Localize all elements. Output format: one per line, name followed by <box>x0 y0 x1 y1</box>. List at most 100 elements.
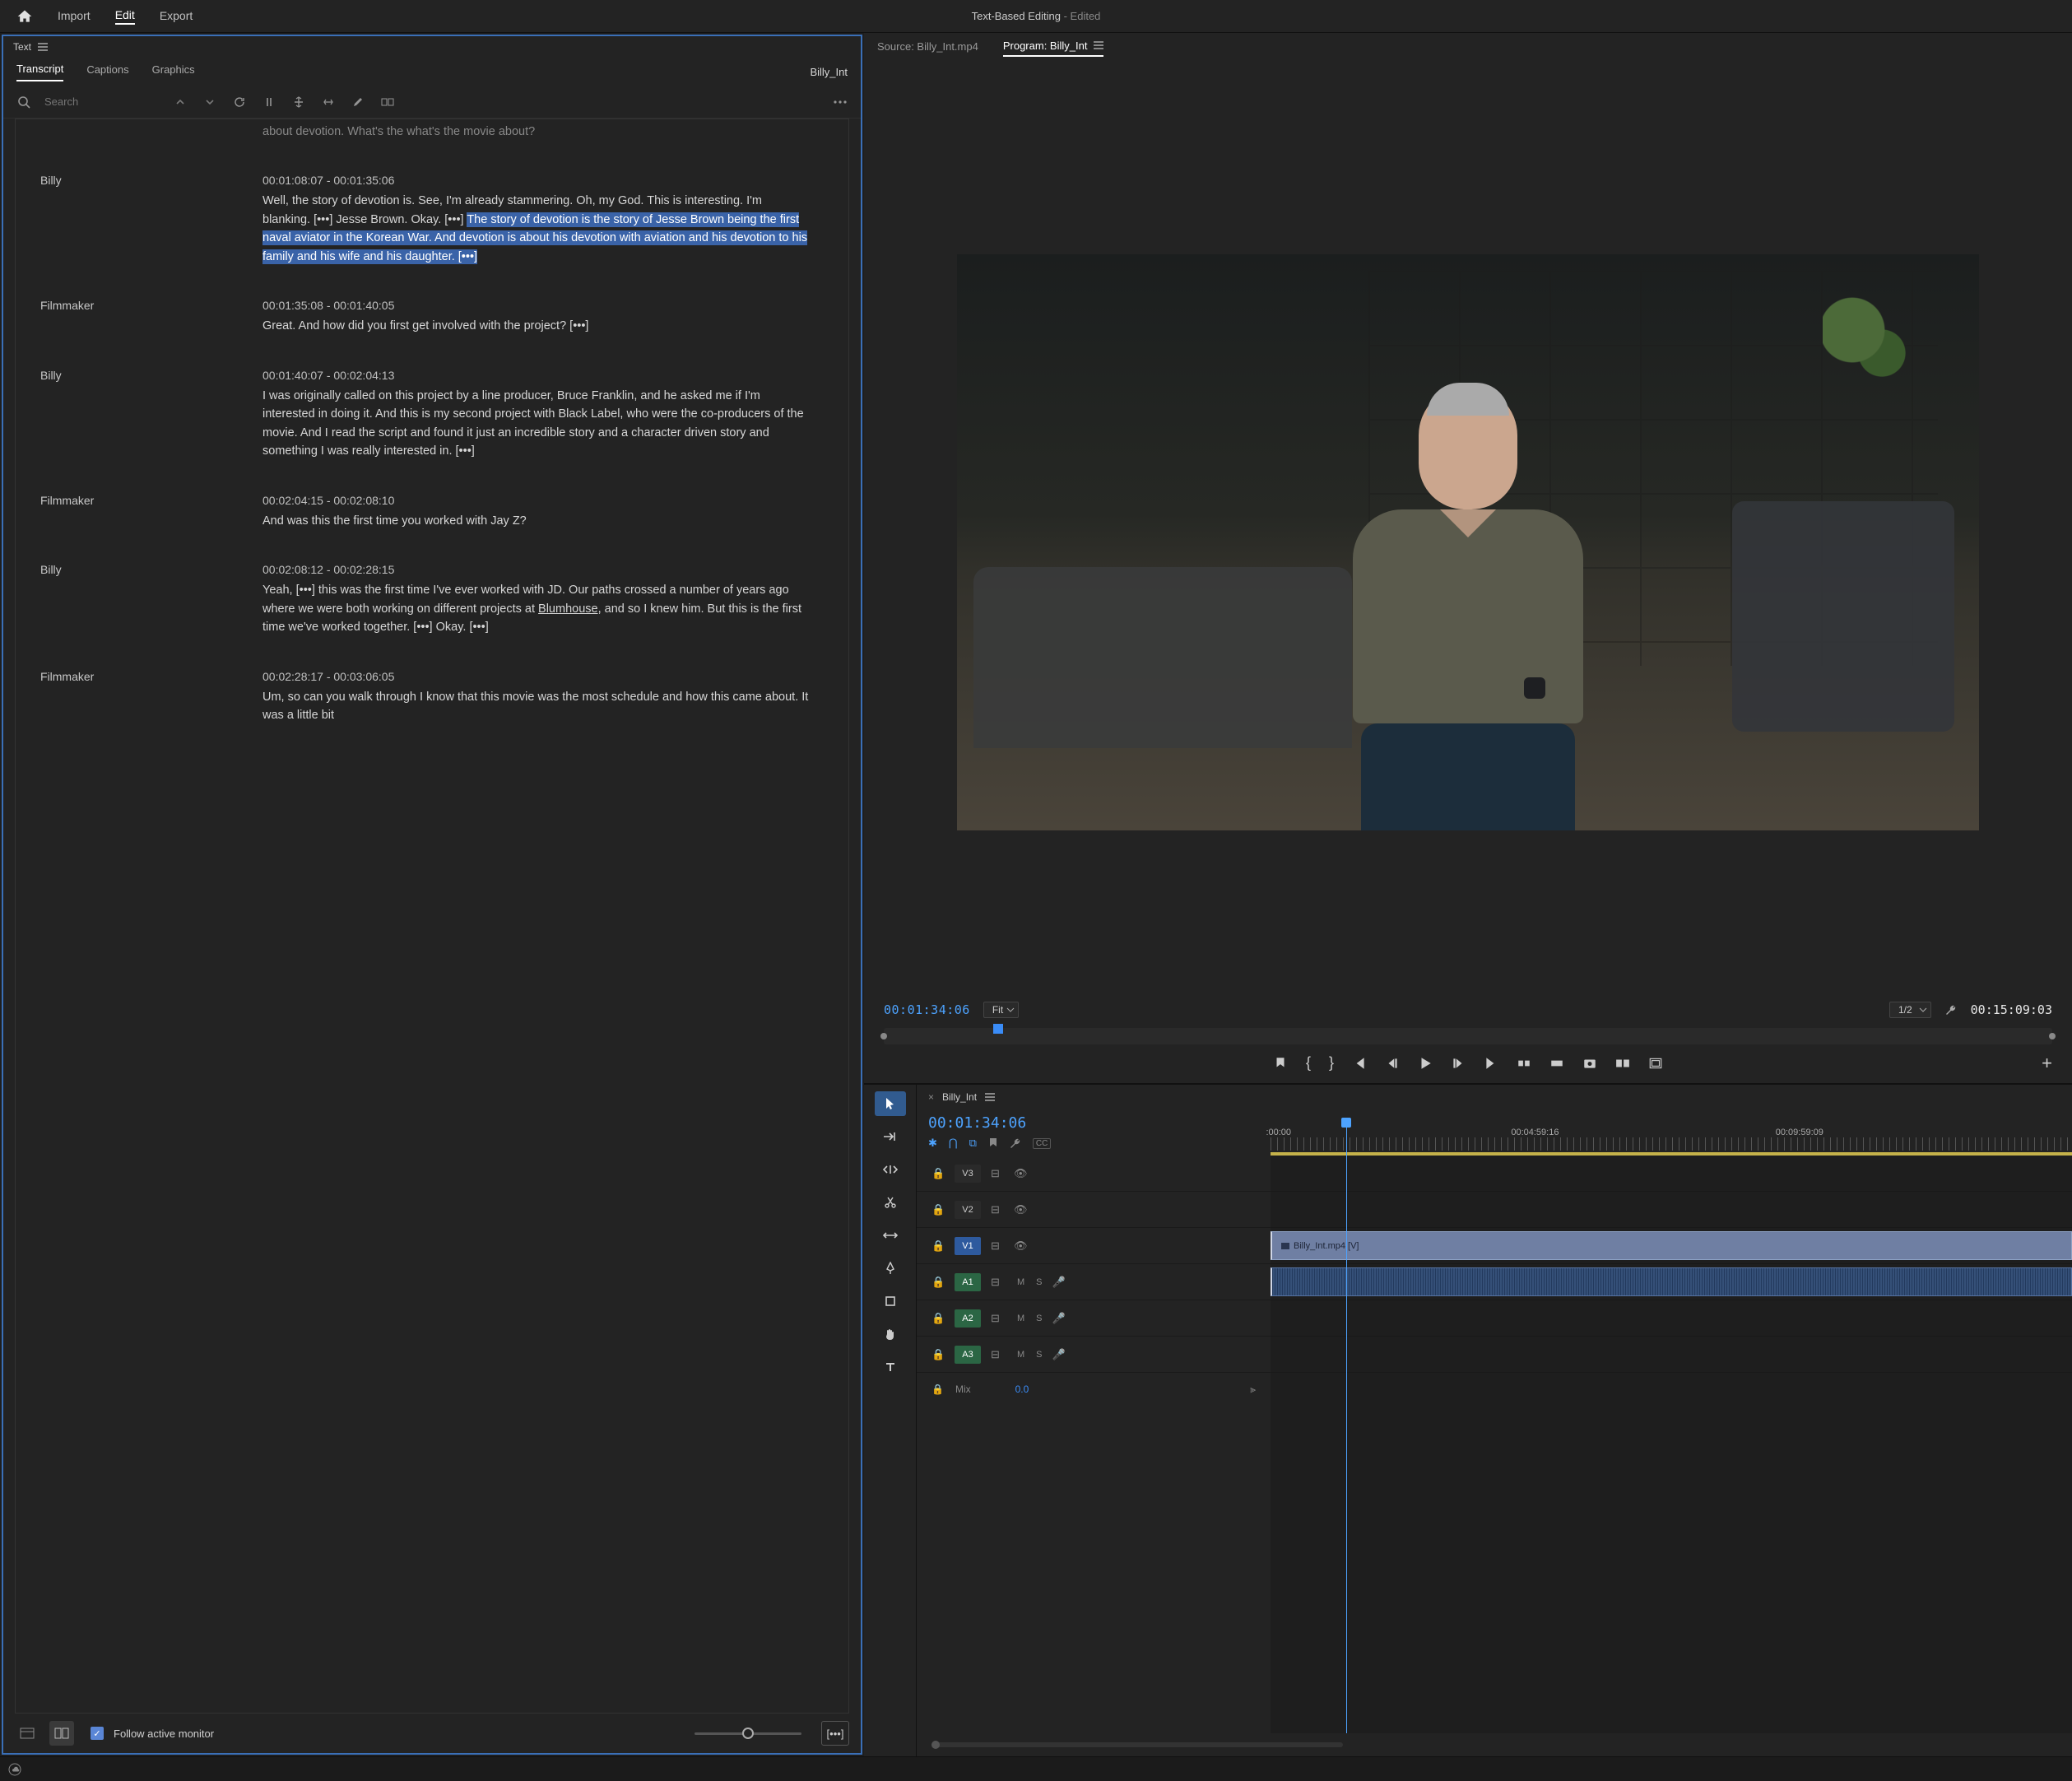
hand-tool-icon[interactable] <box>875 1322 906 1346</box>
solo-button[interactable]: S <box>1036 1314 1042 1323</box>
transcript-body[interactable]: about devotion. What's the what's the mo… <box>15 119 849 1714</box>
track-label[interactable]: V2 <box>955 1201 981 1219</box>
solo-button[interactable]: S <box>1036 1350 1042 1360</box>
search-icon[interactable] <box>15 93 33 111</box>
track-select-tool-icon[interactable] <box>875 1124 906 1149</box>
segment-text[interactable]: And was this the first time you worked w… <box>262 512 811 530</box>
linked-selection-icon[interactable]: ⧉ <box>969 1137 977 1150</box>
transcript-segment[interactable]: Billy 00:01:08:07 - 00:01:35:06 Well, th… <box>16 159 848 284</box>
in-bracket-icon[interactable]: { <box>1306 1054 1311 1072</box>
safe-margins-icon[interactable] <box>1648 1056 1663 1071</box>
tab-graphics[interactable]: Graphics <box>152 63 195 81</box>
output-icon[interactable]: ⫸ <box>1250 1383 1256 1396</box>
snap-icon[interactable]: ✱ <box>928 1137 937 1150</box>
program-timecode[interactable]: 00:01:34:06 <box>884 1002 970 1017</box>
mic-icon[interactable]: 🎤 <box>1052 1348 1066 1361</box>
sequence-menu-icon[interactable] <box>985 1093 995 1101</box>
transcript-segment[interactable]: Filmmaker 00:01:35:08 - 00:01:40:05 Grea… <box>16 284 848 353</box>
view-source-icon[interactable] <box>15 1721 39 1746</box>
transcript-segment[interactable]: Filmmaker 00:02:04:15 - 00:02:08:10 And … <box>16 479 848 548</box>
panel-menu-icon[interactable] <box>38 43 48 51</box>
marker-add-icon[interactable] <box>988 1137 998 1149</box>
track-lanes[interactable]: Billy_Int.mp4 [V] <box>1271 1156 2072 1733</box>
solo-button[interactable]: S <box>1036 1277 1042 1287</box>
next-match-icon[interactable] <box>201 93 219 111</box>
eye-icon[interactable]: 👁 <box>1014 1203 1027 1216</box>
insert-clip-icon[interactable] <box>1517 1056 1531 1071</box>
transcript-segment[interactable]: Billy 00:01:40:07 - 00:02:04:13 I was or… <box>16 354 848 479</box>
export-frame-icon[interactable] <box>1582 1056 1597 1071</box>
sync-lock-icon[interactable]: ⊟ <box>991 1348 1004 1361</box>
track-header-v2[interactable]: 🔒 V2 ⊟ 👁 <box>917 1192 1271 1228</box>
lock-icon[interactable]: 🔒 <box>931 1239 945 1253</box>
eye-icon[interactable]: 👁 <box>1014 1239 1027 1253</box>
play-icon[interactable] <box>1418 1056 1433 1071</box>
cc-cloud-icon[interactable] <box>8 1763 21 1776</box>
audio-clip[interactable] <box>1271 1267 2072 1296</box>
segment-text[interactable]: Um, so can you walk through I know that … <box>262 688 811 725</box>
resolution-dropdown[interactable]: 1/2 <box>1889 1002 1931 1018</box>
pause-indicator-button[interactable]: [•••] <box>821 1721 849 1746</box>
segment-text[interactable]: I was originally called on this project … <box>262 387 811 461</box>
mix-value[interactable]: 0.0 <box>1015 1383 1029 1395</box>
video-clip[interactable]: Billy_Int.mp4 [V] <box>1271 1231 2072 1260</box>
timeline-zoom-bar[interactable] <box>917 1733 2072 1756</box>
export-captions-icon[interactable] <box>379 93 397 111</box>
close-sequence-icon[interactable]: × <box>928 1091 934 1103</box>
overwrite-icon[interactable] <box>319 93 337 111</box>
mic-icon[interactable]: 🎤 <box>1052 1312 1066 1325</box>
home-icon[interactable] <box>16 8 33 25</box>
segment-text[interactable]: Great. And how did you first get involve… <box>262 317 811 335</box>
timeline-timecode[interactable]: 00:01:34:06 <box>928 1114 1259 1132</box>
program-monitor-video[interactable] <box>957 254 1979 830</box>
eye-icon[interactable]: 👁 <box>1014 1167 1027 1180</box>
marker-icon[interactable] <box>1273 1056 1288 1071</box>
split-icon[interactable] <box>260 93 278 111</box>
track-label[interactable]: V3 <box>955 1165 981 1183</box>
track-header-a1[interactable]: 🔒 A1 ⊟ MS 🎤 <box>917 1264 1271 1300</box>
transcript-segment[interactable]: about devotion. What's the what's the mo… <box>16 119 848 159</box>
magnet-icon[interactable]: ⋂ <box>949 1137 958 1150</box>
lock-icon[interactable]: 🔒 <box>931 1312 945 1325</box>
track-label[interactable]: A3 <box>955 1346 981 1364</box>
playhead[interactable] <box>1346 1118 1347 1156</box>
segment-text[interactable]: Yeah, [•••] this was the first time I've… <box>262 581 811 636</box>
sequence-name[interactable]: Billy_Int <box>942 1091 977 1103</box>
settings-wrench-icon[interactable] <box>1944 1003 1958 1016</box>
mute-button[interactable]: M <box>1017 1277 1024 1287</box>
rectangle-tool-icon[interactable] <box>875 1289 906 1314</box>
comparison-view-icon[interactable] <box>1615 1056 1630 1071</box>
search-input[interactable] <box>44 95 160 108</box>
go-to-in-icon[interactable] <box>1352 1056 1367 1071</box>
timeline-ruler[interactable]: :00:00 00:04:59:16 00:09:59:09 <box>1271 1109 2072 1156</box>
overwrite-clip-icon[interactable] <box>1549 1056 1564 1071</box>
prev-match-icon[interactable] <box>171 93 189 111</box>
step-back-icon[interactable] <box>1385 1056 1400 1071</box>
go-to-out-icon[interactable] <box>1484 1056 1498 1071</box>
ripple-tool-icon[interactable] <box>875 1157 906 1182</box>
lock-icon[interactable]: 🔒 <box>931 1276 945 1289</box>
program-mini-timeline[interactable] <box>884 1028 2052 1044</box>
button-editor-add-icon[interactable]: + <box>2042 1053 2052 1074</box>
track-header-a3[interactable]: 🔒 A3 ⊟ MS 🎤 <box>917 1337 1271 1373</box>
transcript-segment[interactable]: Filmmaker 00:02:28:17 - 00:03:06:05 Um, … <box>16 655 848 743</box>
pen-tool-icon[interactable] <box>875 1256 906 1281</box>
mix-row[interactable]: 🔒 Mix 0.0 ⫸ <box>917 1373 1271 1406</box>
view-sequence-icon[interactable] <box>49 1721 74 1746</box>
out-bracket-icon[interactable]: } <box>1329 1054 1334 1072</box>
track-label[interactable]: A1 <box>955 1273 981 1291</box>
source-tab[interactable]: Source: Billy_Int.mp4 <box>877 40 978 56</box>
razor-tool-icon[interactable] <box>875 1190 906 1215</box>
sync-lock-icon[interactable]: ⊟ <box>991 1203 1004 1216</box>
lock-icon[interactable]: 🔒 <box>931 1167 945 1180</box>
transcript-segment[interactable]: Billy 00:02:08:12 - 00:02:28:15 Yeah, [•… <box>16 548 848 654</box>
text-size-slider[interactable] <box>695 1732 801 1735</box>
tab-captions[interactable]: Captions <box>86 63 128 81</box>
workspace-export[interactable]: Export <box>160 9 193 24</box>
tab-transcript[interactable]: Transcript <box>16 63 63 81</box>
timeline-settings-icon[interactable] <box>1010 1137 1021 1149</box>
track-label[interactable]: A2 <box>955 1309 981 1328</box>
playhead-line[interactable] <box>1346 1156 1347 1733</box>
selection-tool-icon[interactable] <box>875 1091 906 1116</box>
horizontal-zoom-slider[interactable] <box>931 1742 1343 1747</box>
